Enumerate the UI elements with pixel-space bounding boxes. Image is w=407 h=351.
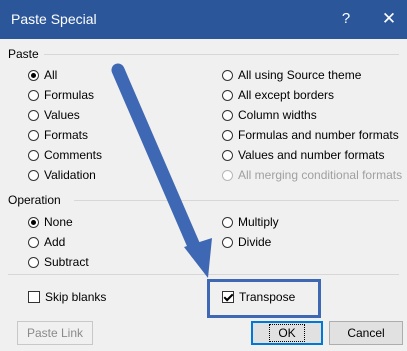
paste-section-label: Paste [8, 47, 39, 61]
option-label: All merging conditional formats [238, 168, 403, 182]
options-divider [8, 274, 399, 275]
radio-indicator [222, 129, 233, 141]
radio-indicator [28, 149, 39, 161]
option-label: All using Source theme [238, 68, 362, 82]
option-label: Divide [238, 235, 272, 249]
paste-special-dialog: Paste Special ? ✕ Paste All Formulas Val… [0, 0, 407, 351]
radio-indicator [28, 236, 39, 248]
radio-indicator [28, 129, 39, 141]
paste-formulas-radio[interactable]: Formulas [28, 87, 94, 103]
option-label: Values and number formats [238, 148, 385, 162]
radio-indicator [222, 236, 233, 248]
transpose-highlight-box [207, 279, 321, 318]
radio-indicator [28, 216, 39, 228]
operation-add-radio[interactable]: Add [28, 234, 65, 250]
option-label: None [44, 215, 73, 229]
option-label: Subtract [44, 255, 89, 269]
cancel-button[interactable]: Cancel [329, 321, 403, 345]
paste-values-radio[interactable]: Values [28, 107, 80, 123]
option-label: All except borders [238, 88, 335, 102]
option-label: Formulas [44, 88, 95, 102]
radio-indicator [222, 89, 233, 101]
help-icon[interactable]: ? [334, 8, 358, 30]
operation-none-radio[interactable]: None [28, 214, 73, 230]
option-label: Multiply [238, 215, 279, 229]
skip-blanks-checkbox[interactable]: Skip blanks [28, 289, 106, 305]
radio-indicator [222, 149, 233, 161]
radio-indicator [28, 89, 39, 101]
option-label: All [44, 68, 58, 82]
radio-indicator [222, 169, 233, 181]
paste-all-source-theme-radio[interactable]: All using Source theme [222, 67, 361, 83]
radio-indicator [28, 69, 39, 81]
radio-indicator [222, 216, 233, 228]
ok-button[interactable]: OK [251, 321, 323, 345]
operation-subtract-radio[interactable]: Subtract [28, 254, 89, 270]
radio-indicator [28, 109, 39, 121]
operation-divide-radio[interactable]: Divide [222, 234, 271, 250]
dialog-body: Paste All Formulas Values Formats Commen… [0, 39, 407, 351]
paste-validation-radio[interactable]: Validation [28, 167, 96, 183]
paste-values-number-formats-radio[interactable]: Values and number formats [222, 147, 385, 163]
operation-multiply-radio[interactable]: Multiply [222, 214, 279, 230]
paste-formulas-number-formats-radio[interactable]: Formulas and number formats [222, 127, 399, 143]
paste-all-radio[interactable]: All [28, 67, 57, 83]
checkbox-label: Skip blanks [45, 290, 107, 304]
option-label: Column widths [238, 108, 317, 122]
dialog-title: Paste Special [11, 11, 97, 27]
paste-all-except-borders-radio[interactable]: All except borders [222, 87, 334, 103]
title-bar: Paste Special ? ✕ [0, 0, 407, 39]
option-label: Formulas and number formats [238, 128, 399, 142]
option-label: Validation [44, 168, 96, 182]
operation-section-label: Operation [8, 193, 61, 207]
paste-section-divider [44, 54, 399, 55]
paste-comments-radio[interactable]: Comments [28, 147, 102, 163]
radio-indicator [222, 109, 233, 121]
checkbox-indicator [28, 291, 40, 303]
close-icon[interactable]: ✕ [377, 8, 401, 30]
ok-button-label: OK [269, 324, 305, 342]
option-label: Values [44, 108, 80, 122]
operation-section-divider [74, 200, 399, 201]
paste-merging-conditional-formats-radio: All merging conditional formats [222, 167, 402, 183]
radio-indicator [28, 169, 39, 181]
paste-formats-radio[interactable]: Formats [28, 127, 88, 143]
radio-indicator [28, 256, 39, 268]
option-label: Formats [44, 128, 89, 142]
paste-link-button: Paste Link [17, 321, 93, 345]
option-label: Comments [44, 148, 103, 162]
radio-indicator [222, 69, 233, 81]
paste-column-widths-radio[interactable]: Column widths [222, 107, 317, 123]
option-label: Add [44, 235, 66, 249]
